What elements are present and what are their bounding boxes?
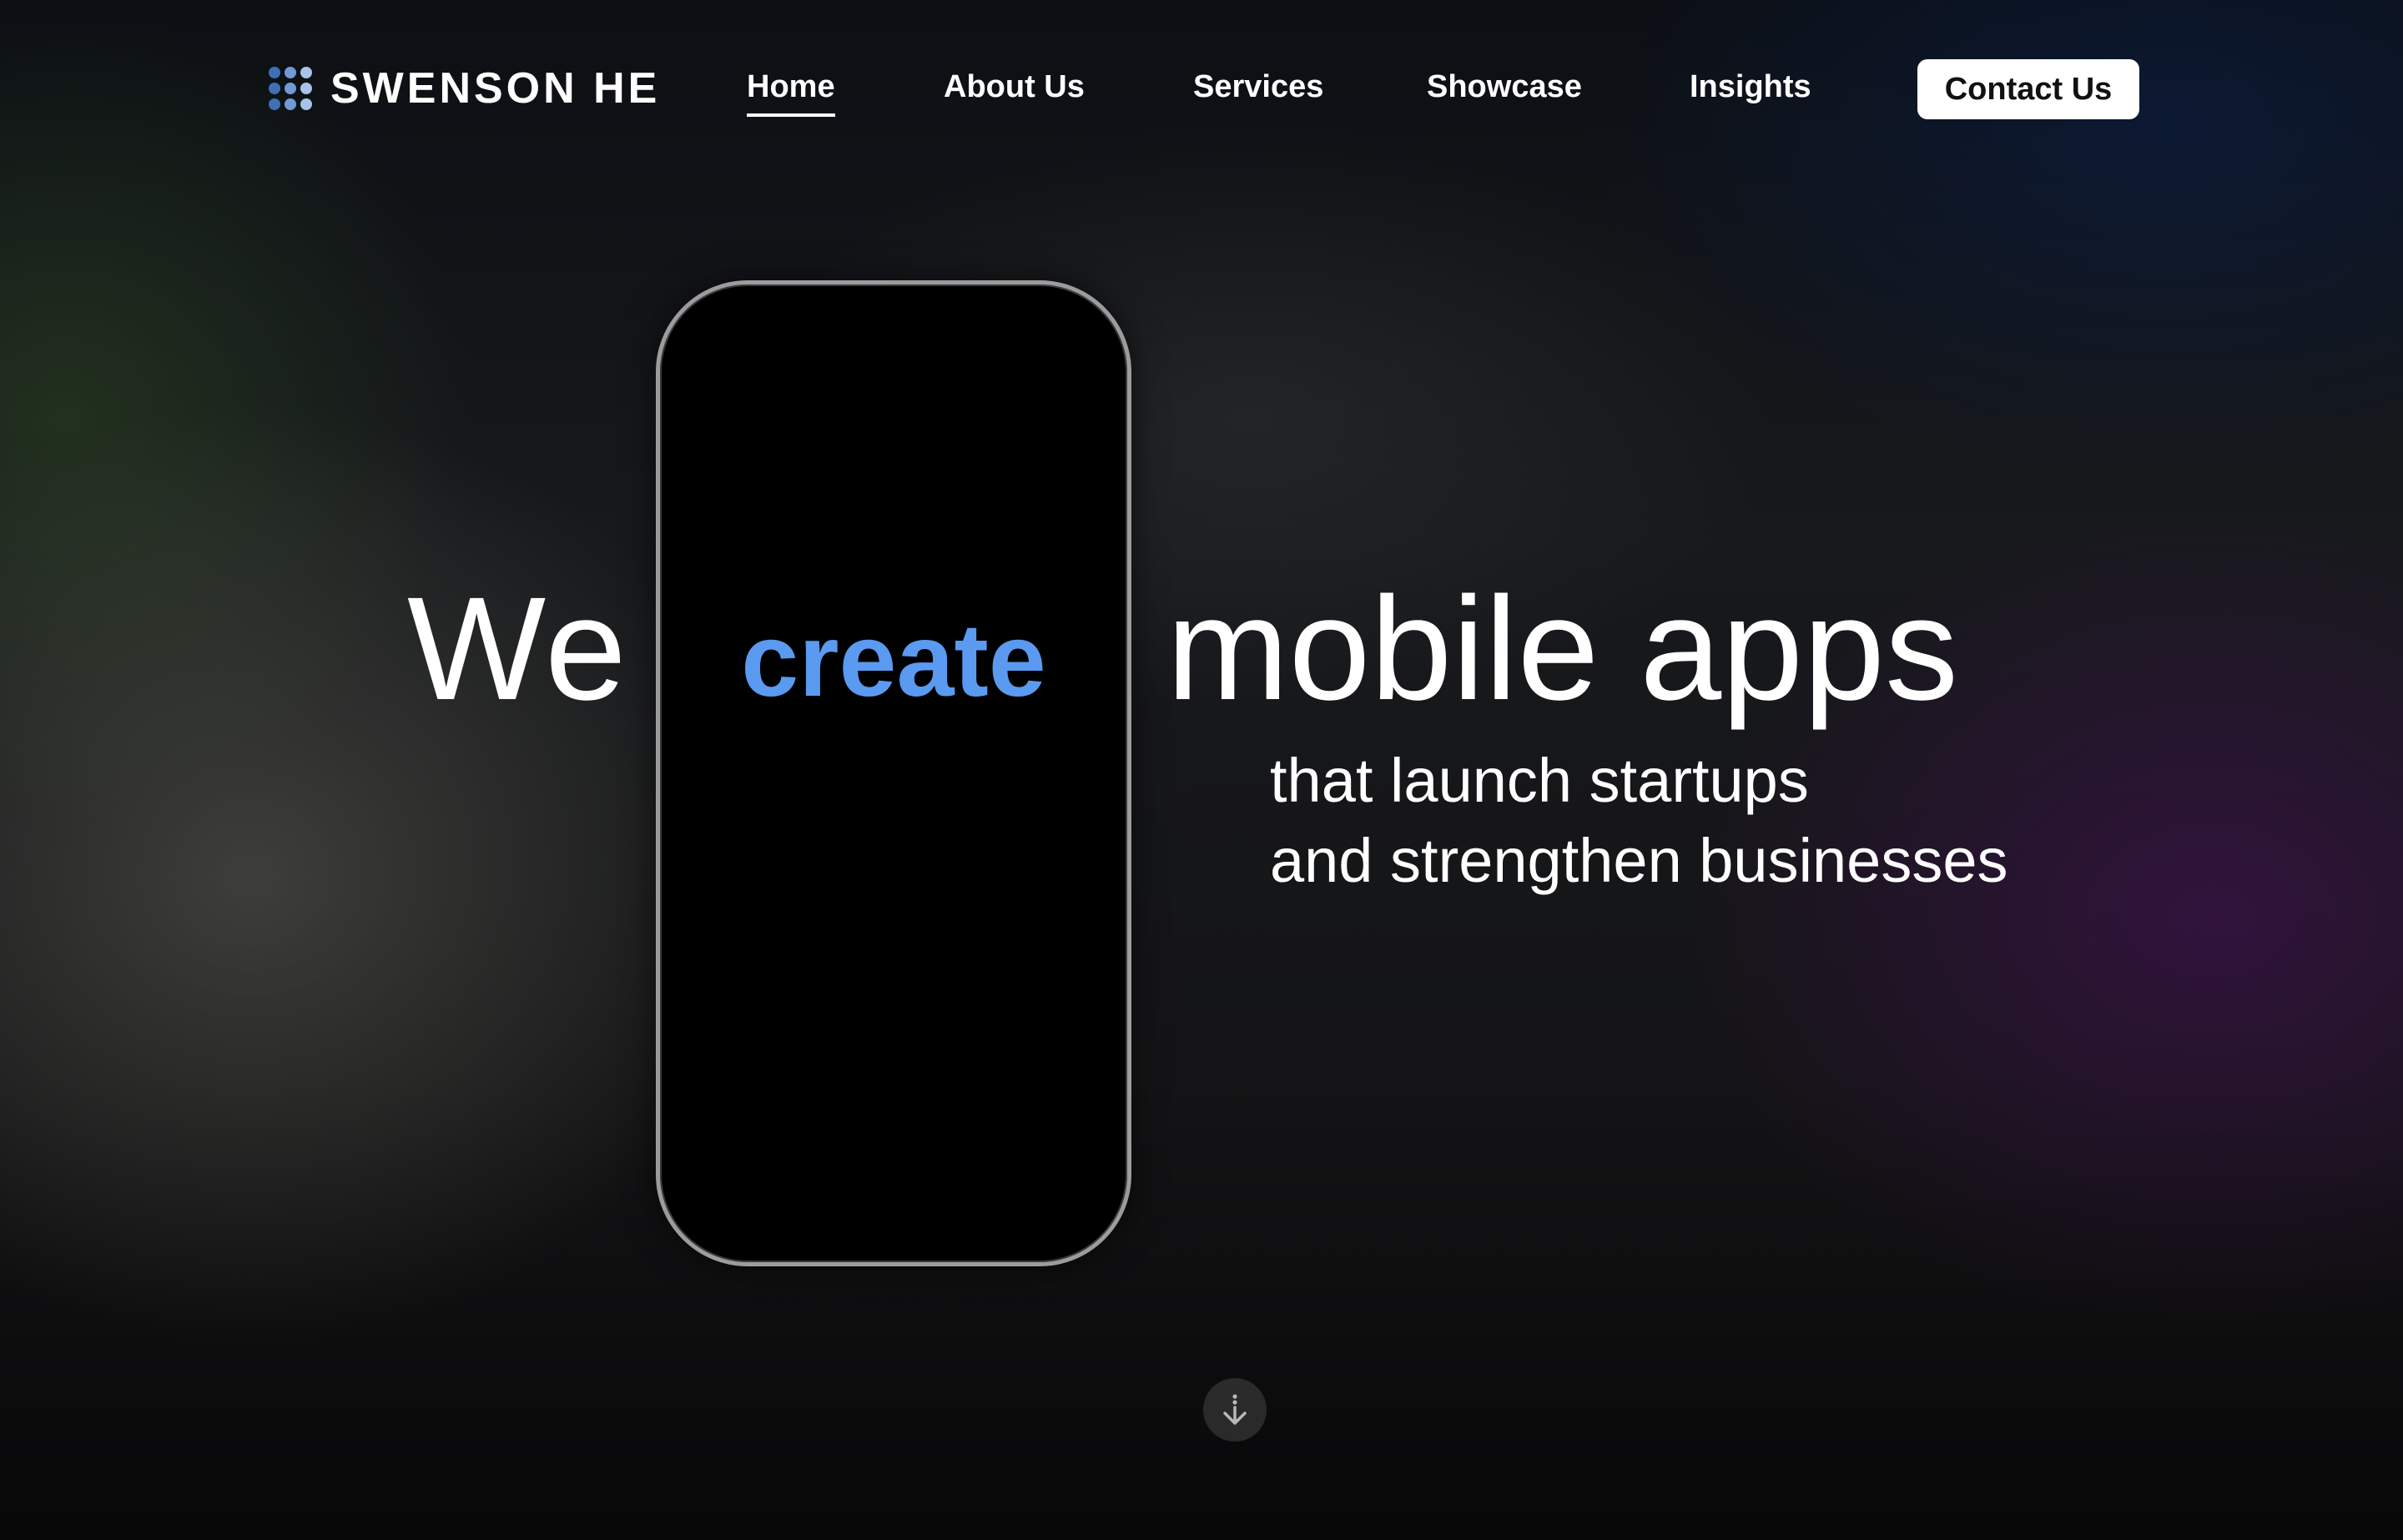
logo-dots-icon [269,67,312,110]
scroll-down-button[interactable] [1203,1378,1267,1442]
nav-item-about-us[interactable]: About Us [944,69,1085,105]
logo-dot [300,67,312,78]
hero-subtitle-line-1: that launch startups [1270,746,1809,815]
nav-item-insights[interactable]: Insights [1690,69,1811,105]
hero-word-mobile-apps: mobile apps [1166,567,1959,731]
brand-name: SWENSON HE [330,64,661,113]
logo-dot [269,83,280,94]
hero-word-we: We [407,567,628,731]
hero-subtitle: that launch startups and strengthen busi… [1270,741,2008,901]
logo-dot [285,98,296,110]
top-navigation: SWENSON HE Home About Us Services Showca… [0,0,2403,180]
logo-dot [300,98,312,110]
hero-word-create: create [741,603,1046,718]
landing-page: SWENSON HE Home About Us Services Showca… [0,0,2403,1540]
scroll-down-arrow-icon [1223,1394,1247,1425]
phone-mockup [656,280,1131,1266]
logo-dot [285,83,296,94]
logo-dot [269,98,280,110]
contact-us-button[interactable]: Contact Us [1917,59,2139,119]
brand-logo-link[interactable]: SWENSON HE [269,67,660,110]
logo-dot [300,83,312,94]
logo-dot [269,67,280,78]
nav-item-services[interactable]: Services [1193,69,1323,105]
nav-item-showcase[interactable]: Showcase [1427,69,1582,105]
nav-item-home[interactable]: Home [747,69,835,117]
logo-dot [285,67,296,78]
hero-subtitle-line-2: and strengthen businesses [1270,826,2008,895]
